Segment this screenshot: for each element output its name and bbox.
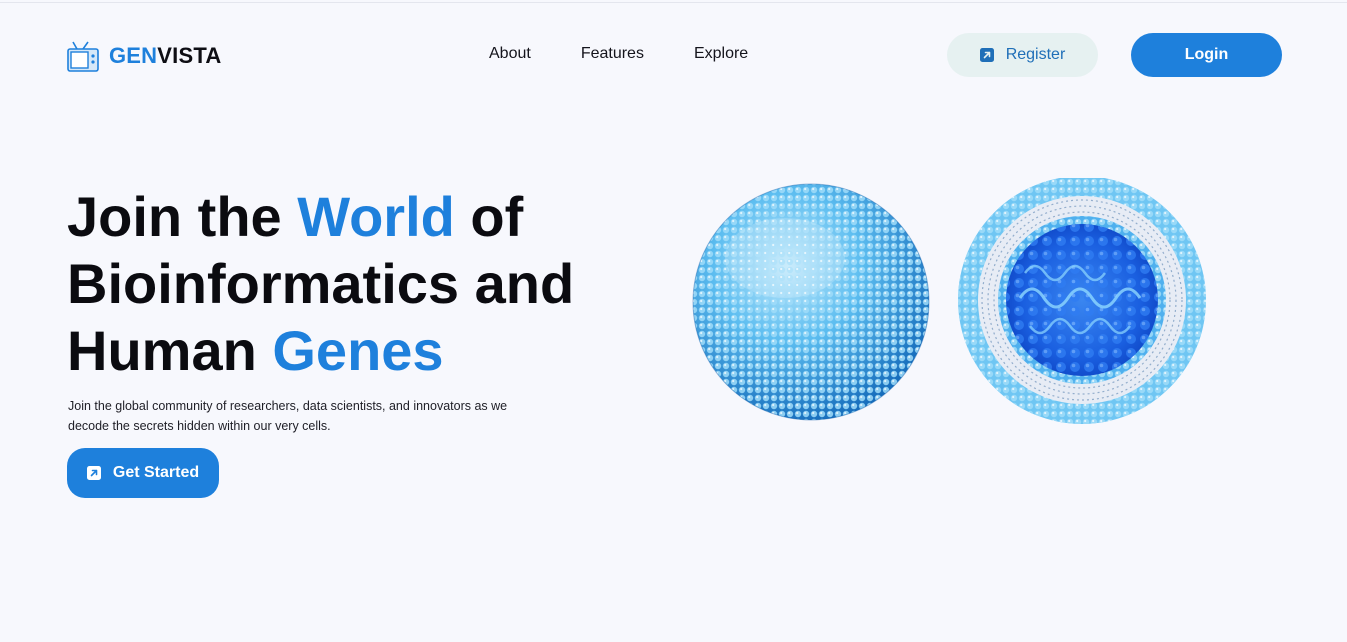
arrow-up-right-icon bbox=[86, 466, 101, 480]
nav-about[interactable]: About bbox=[489, 45, 531, 63]
arrow-up-right-icon bbox=[979, 48, 994, 62]
brand-name: GENVISTA bbox=[109, 43, 222, 68]
tv-icon bbox=[67, 41, 99, 72]
sphere-outer bbox=[692, 183, 930, 421]
nav-explore[interactable]: Explore bbox=[694, 45, 748, 63]
top-border bbox=[0, 2, 1347, 3]
sphere-cutaway bbox=[958, 178, 1206, 424]
register-button[interactable]: Register bbox=[947, 33, 1098, 77]
nav-features[interactable]: Features bbox=[581, 45, 644, 63]
login-button[interactable]: Login bbox=[1131, 33, 1282, 77]
hero-title: Join the World of Bioinformatics and Hum… bbox=[67, 185, 575, 382]
hero-subtitle: Join the global community of researchers… bbox=[68, 399, 508, 433]
main-nav: About Features Explore bbox=[489, 45, 798, 63]
get-started-label: Get Started bbox=[112, 464, 200, 481]
get-started-button[interactable]: Get Started bbox=[67, 448, 219, 498]
brand-logo[interactable]: GENVISTA bbox=[67, 40, 221, 72]
login-label: Login bbox=[1184, 46, 1229, 63]
liposome-illustration bbox=[692, 178, 1206, 424]
register-label: Register bbox=[1005, 46, 1066, 63]
